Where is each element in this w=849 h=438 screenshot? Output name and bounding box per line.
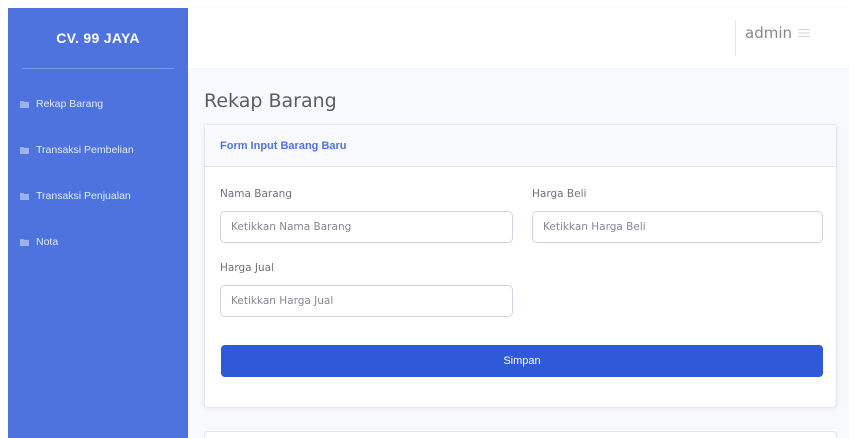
topbar: admin (188, 8, 849, 68)
sidebar: CV. 99 JAYA Rekap Barang Transaksi Pembe… (8, 8, 188, 438)
nama-barang-label: Nama Barang (220, 188, 292, 200)
simpan-button[interactable]: Simpan (221, 345, 823, 377)
sidebar-nav: Rekap Barang Transaksi Pembelian Transak… (8, 81, 188, 265)
harga-beli-label: Harga Beli (532, 188, 587, 200)
harga-jual-label: Harga Jual (220, 262, 275, 274)
topbar-divider (735, 20, 736, 56)
sidebar-item-label: Rekap Barang (36, 98, 104, 110)
brand-name[interactable]: CV. 99 JAYA (8, 8, 188, 68)
username: admin (745, 24, 792, 42)
harga-beli-input[interactable] (532, 211, 823, 243)
sidebar-item-transaksi-penjualan[interactable]: Transaksi Penjualan (8, 173, 188, 219)
menu-icon (798, 24, 810, 42)
nama-barang-input[interactable] (220, 211, 513, 243)
folder-icon (20, 238, 29, 246)
page-title: Rekap Barang (204, 90, 337, 112)
user-menu[interactable]: admin (745, 24, 810, 42)
sidebar-item-label: Transaksi Pembelian (36, 144, 134, 156)
sidebar-item-rekap-barang[interactable]: Rekap Barang (8, 81, 188, 127)
form-card: Form Input Barang Baru Nama Barang Harga… (204, 124, 837, 408)
form-card-header: Form Input Barang Baru (205, 125, 836, 167)
folder-icon (20, 146, 29, 154)
sidebar-divider (22, 68, 174, 69)
harga-jual-input[interactable] (220, 285, 513, 317)
main-content: Rekap Barang Form Input Barang Baru Nama… (188, 68, 849, 438)
sidebar-item-label: Nota (36, 236, 59, 248)
sidebar-item-label: Transaksi Penjualan (36, 190, 131, 202)
folder-icon (20, 100, 29, 108)
sidebar-item-nota[interactable]: Nota (8, 219, 188, 265)
folder-icon (20, 192, 29, 200)
sidebar-item-transaksi-pembelian[interactable]: Transaksi Pembelian (8, 127, 188, 173)
secondary-card (204, 431, 837, 438)
